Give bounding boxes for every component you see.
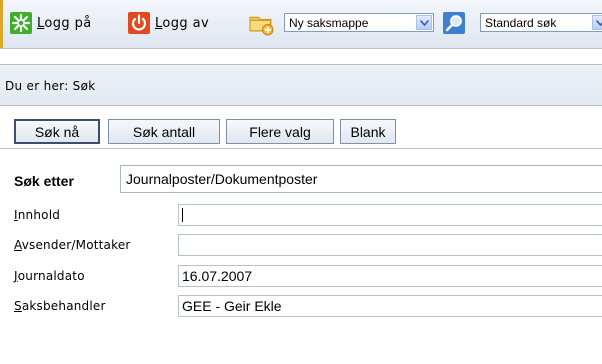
search-type-select[interactable]: Standard søk <box>480 13 602 32</box>
section-divider <box>0 148 602 149</box>
search-now-button[interactable]: Søk nå <box>14 119 100 144</box>
journal-date-input[interactable]: 16.07.2007 <box>178 265 602 287</box>
text-cursor <box>182 208 183 222</box>
new-folder-icon <box>249 16 274 35</box>
login-label: Logg på <box>37 15 92 31</box>
search-button[interactable] <box>443 10 470 36</box>
search-icon <box>443 12 465 34</box>
blank-button[interactable]: Blank <box>340 119 396 144</box>
toolbar: Logg på Logg av Ny saksmappe Standard sø… <box>0 0 602 49</box>
case-officer-input[interactable]: GEE - Geir Ekle <box>178 295 602 317</box>
toolbar-edge <box>0 0 3 48</box>
logout-button[interactable]: Logg av <box>128 10 209 36</box>
case-officer-label: Saksbehandler <box>14 299 106 313</box>
content-input[interactable] <box>178 204 602 226</box>
new-folder-button[interactable] <box>249 10 279 36</box>
search-for-label: Søk etter <box>14 173 74 189</box>
sender-recipient-label: Avsender/Mottaker <box>14 238 131 252</box>
login-icon <box>10 12 32 34</box>
more-options-button[interactable]: Flere valg <box>226 119 334 144</box>
logout-label: Logg av <box>155 15 210 31</box>
breadcrumb-bar: Du er her: Søk <box>0 64 602 106</box>
logout-icon <box>128 12 150 34</box>
folder-type-value: Ny saksmappe <box>289 15 369 30</box>
breadcrumb: Du er her: Søk <box>5 79 96 93</box>
login-button[interactable]: Logg på <box>10 10 92 36</box>
chevron-down-icon[interactable] <box>416 15 432 30</box>
chevron-down-icon[interactable] <box>592 15 602 30</box>
search-count-button[interactable]: Søk antall <box>108 119 220 144</box>
folder-type-select[interactable]: Ny saksmappe <box>284 13 434 32</box>
sender-recipient-input[interactable] <box>178 234 602 256</box>
search-type-value: Standard søk <box>485 15 557 30</box>
content-label: Innhold <box>14 208 61 222</box>
journal-date-label: Journaldato <box>14 269 85 283</box>
search-for-select[interactable]: Journalposter/Dokumentposter <box>120 165 602 193</box>
